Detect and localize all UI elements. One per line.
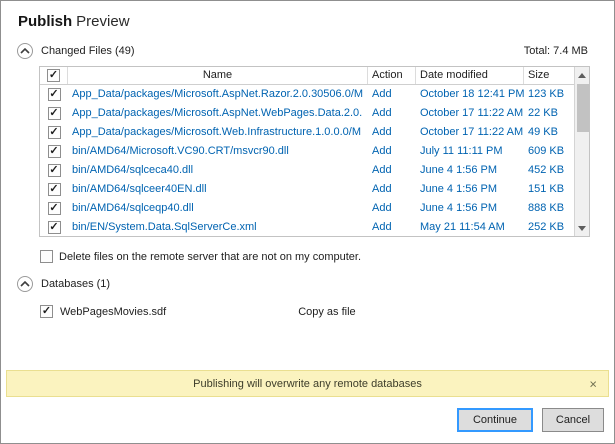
table-row: App_Data/packages/Microsoft.Web.Infrastr… <box>40 123 574 142</box>
column-header-name[interactable]: Name <box>68 67 368 84</box>
cancel-button[interactable]: Cancel <box>542 408 604 432</box>
file-date-modified: October 18 12:41 PM <box>416 85 524 104</box>
page-title: PublishPreview <box>1 1 614 30</box>
file-name-link[interactable]: bin/EN/System.Data.SqlServerCe.xml <box>68 218 368 237</box>
grid-header-row: Name Action Date modified Size <box>40 67 574 85</box>
row-checkbox[interactable] <box>48 164 61 177</box>
file-date-modified: May 21 11:54 AM <box>416 218 524 237</box>
table-row: bin/AMD64/sqlceqp40.dll Add June 4 1:56 … <box>40 199 574 218</box>
chevron-up-icon <box>20 281 30 287</box>
row-checkbox[interactable] <box>48 107 61 120</box>
changed-files-table: Name Action Date modified Size App_Data/… <box>39 66 590 237</box>
file-action: Add <box>368 142 416 161</box>
dialog-footer: Continue Cancel <box>1 397 614 443</box>
file-action: Add <box>368 199 416 218</box>
file-size: 252 KB <box>524 218 574 237</box>
column-header-size[interactable]: Size <box>524 67 574 84</box>
file-name-link[interactable]: bin/AMD64/sqlceca40.dll <box>68 161 368 180</box>
file-action: Add <box>368 104 416 123</box>
delete-files-option: Delete files on the remote server that a… <box>40 250 614 263</box>
column-header-date-modified[interactable]: Date modified <box>416 67 524 84</box>
table-row: bin/AMD64/sqlceca40.dll Add June 4 1:56 … <box>40 161 574 180</box>
changed-files-collapse-button[interactable] <box>17 43 33 59</box>
row-checkbox[interactable] <box>48 145 61 158</box>
file-action: Add <box>368 180 416 199</box>
total-size-label: Total: 7.4 MB <box>524 45 588 57</box>
scroll-up-button[interactable] <box>575 67 589 83</box>
select-all-checkbox[interactable] <box>47 69 60 82</box>
table-row: App_Data/packages/Microsoft.AspNet.WebPa… <box>40 104 574 123</box>
file-name-link[interactable]: bin/AMD64/Microsoft.VC90.CRT/msvcr90.dll <box>68 142 368 161</box>
file-date-modified: June 4 1:56 PM <box>416 161 524 180</box>
scrollbar-thumb[interactable] <box>577 84 589 132</box>
file-size: 888 KB <box>524 199 574 218</box>
databases-label: Databases (1) <box>41 278 110 290</box>
file-action: Add <box>368 123 416 142</box>
select-all-header-cell <box>40 67 68 84</box>
file-date-modified: June 4 1:56 PM <box>416 199 524 218</box>
file-grid: Name Action Date modified Size App_Data/… <box>40 67 574 236</box>
row-checkbox[interactable] <box>48 221 61 234</box>
table-row: bin/AMD64/Microsoft.VC90.CRT/msvcr90.dll… <box>40 142 574 161</box>
scroll-down-icon <box>578 226 586 231</box>
title-primary: Publish <box>18 13 72 30</box>
table-row: App_Data/packages/Microsoft.AspNet.Razor… <box>40 85 574 104</box>
file-name-link[interactable]: App_Data/packages/Microsoft.AspNet.Razor… <box>68 85 368 104</box>
file-date-modified: October 17 11:22 AM <box>416 104 524 123</box>
file-action: Add <box>368 85 416 104</box>
file-size: 22 KB <box>524 104 574 123</box>
file-size: 49 KB <box>524 123 574 142</box>
databases-section-header: Databases (1) <box>17 276 588 292</box>
file-name-link[interactable]: App_Data/packages/Microsoft.AspNet.WebPa… <box>68 104 368 123</box>
file-name-link[interactable]: bin/AMD64/sqlceqp40.dll <box>68 199 368 218</box>
database-checkbox[interactable] <box>40 305 53 318</box>
warning-bar: Publishing will overwrite any remote dat… <box>6 370 609 397</box>
row-checkbox[interactable] <box>48 126 61 139</box>
chevron-up-icon <box>20 48 30 54</box>
warning-message: Publishing will overwrite any remote dat… <box>7 378 608 390</box>
table-row: bin/EN/System.Data.SqlServerCe.xml Add M… <box>40 218 574 237</box>
file-action: Add <box>368 218 416 237</box>
continue-button[interactable]: Continue <box>457 408 533 432</box>
database-action: Copy as file <box>298 306 355 318</box>
changed-files-label: Changed Files (49) <box>41 45 135 57</box>
row-checkbox[interactable] <box>48 183 61 196</box>
databases-collapse-button[interactable] <box>17 276 33 292</box>
scroll-down-button[interactable] <box>575 220 589 236</box>
warning-close-icon[interactable]: × <box>586 376 600 391</box>
row-checkbox[interactable] <box>48 202 61 215</box>
file-size: 609 KB <box>524 142 574 161</box>
publish-preview-dialog: PublishPreview Changed Files (49) Total:… <box>0 0 615 444</box>
file-date-modified: June 4 1:56 PM <box>416 180 524 199</box>
file-size: 123 KB <box>524 85 574 104</box>
changed-files-section-header: Changed Files (49) Total: 7.4 MB <box>17 43 588 59</box>
file-name-link[interactable]: App_Data/packages/Microsoft.Web.Infrastr… <box>68 123 368 142</box>
vertical-scrollbar[interactable] <box>574 67 589 236</box>
file-size: 452 KB <box>524 161 574 180</box>
column-header-action[interactable]: Action <box>368 67 416 84</box>
file-date-modified: October 17 11:22 AM <box>416 123 524 142</box>
delete-files-label: Delete files on the remote server that a… <box>59 251 361 263</box>
database-name: WebPagesMovies.sdf <box>60 306 166 318</box>
row-checkbox[interactable] <box>48 88 61 101</box>
file-date-modified: July 11 11:11 PM <box>416 142 524 161</box>
delete-files-checkbox[interactable] <box>40 250 53 263</box>
title-secondary: Preview <box>76 13 129 30</box>
file-name-link[interactable]: bin/AMD64/sqlceer40EN.dll <box>68 180 368 199</box>
table-row: bin/AMD64/sqlceer40EN.dll Add June 4 1:5… <box>40 180 574 199</box>
database-row: WebPagesMovies.sdf Copy as file <box>40 305 614 318</box>
file-action: Add <box>368 161 416 180</box>
file-size: 151 KB <box>524 180 574 199</box>
scroll-up-icon <box>578 73 586 78</box>
